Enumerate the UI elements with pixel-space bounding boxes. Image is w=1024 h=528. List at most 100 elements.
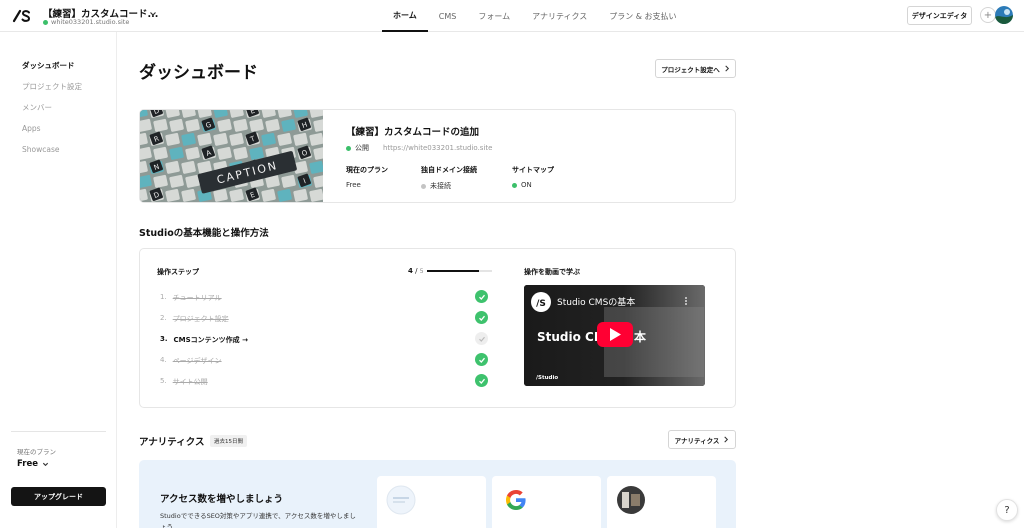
scrabble-tiles-image: DEGHRTAONPSIDE CAPTION	[140, 110, 323, 202]
step-number: 5.	[160, 377, 167, 385]
steps-total-count: 5	[419, 268, 424, 275]
analytics-period-badge: 過去15日間	[210, 435, 247, 447]
chevron-down-icon	[42, 462, 49, 466]
step-item-current[interactable]: 3. CMSコンテンツ作成 →	[160, 335, 248, 345]
status-dot	[421, 183, 426, 189]
upgrade-button[interactable]: アップグレード	[11, 487, 106, 506]
check-icon	[475, 374, 488, 387]
help-button[interactable]: ?	[996, 499, 1018, 521]
project-url-link[interactable]: https://white033201.studio.site	[383, 144, 492, 152]
video-thumbnail: /S Studio CMSの基本 Studio CM 本 /Studio	[524, 285, 705, 386]
app-photo-icon	[617, 486, 645, 514]
top-header: 【練習】カスタムコード... white033201.studio.site ホ…	[0, 0, 1024, 32]
custom-domain-column: 独自ドメイン接続 未接続	[421, 165, 477, 191]
chevron-right-icon	[725, 65, 729, 72]
steps-progress-text: 4 / 5	[408, 267, 424, 275]
promo-card-google[interactable]	[492, 476, 601, 528]
project-domain[interactable]: white033201.studio.site	[43, 18, 129, 26]
analytics-button-label: アナリティクス	[674, 436, 720, 445]
check-icon	[475, 353, 488, 366]
custom-domain-label: 独自ドメイン接続	[421, 166, 477, 174]
seo-icon	[386, 485, 416, 515]
plan-column-value: Free	[346, 181, 388, 189]
project-card[interactable]: DEGHRTAONPSIDE CAPTION 【練習】カスタムコードの追加 公開…	[139, 109, 736, 203]
nav-plan-billing[interactable]: プラン & お支払い	[598, 0, 687, 32]
sidebar-divider	[11, 431, 106, 432]
main-nav: ホーム CMS フォーム アナリティクス プラン & お支払い	[382, 0, 688, 32]
custom-domain-value: 未接続	[421, 181, 477, 191]
analytics-section-title: アナリティクス	[139, 437, 205, 448]
studio-logo-icon[interactable]	[12, 7, 32, 25]
step-item[interactable]: 4. ページデザイン	[160, 356, 222, 366]
steps-done-count: 4	[408, 267, 413, 275]
current-plan-label: 現在のプラン	[17, 448, 56, 456]
basics-section-title: Studioの基本機能と操作方法	[139, 228, 269, 239]
check-icon	[475, 332, 488, 345]
step-item[interactable]: 1. チュートリアル	[160, 293, 222, 303]
step-number: 3.	[160, 335, 168, 343]
sidebar-item-members[interactable]: メンバー	[22, 102, 52, 113]
project-domain-text: white033201.studio.site	[51, 18, 130, 26]
video-section-label: 操作を動画で学ぶ	[524, 268, 580, 276]
video-footer-brand: /Studio	[536, 375, 558, 381]
custom-domain-value-text: 未接続	[430, 182, 451, 190]
nav-form[interactable]: フォーム	[467, 0, 521, 32]
check-icon	[475, 290, 488, 303]
analytics-promo-banner: アクセス数を増やしましょう StudioでできるSEO対策やアプリ連携で、アクセ…	[139, 460, 736, 528]
step-item[interactable]: 2. プロジェクト設定	[160, 314, 229, 324]
steps-progress-fill	[427, 270, 479, 272]
project-thumbnail: DEGHRTAONPSIDE CAPTION	[140, 110, 323, 202]
steps-card: 操作ステップ 4 / 5 1. チュートリアル 2. プロジェクト設定 3. CMSコ…	[139, 248, 736, 408]
tutorial-video[interactable]: /S Studio CMSの基本 Studio CM 本 /Studio	[524, 285, 705, 386]
step-label: ページデザイン	[172, 357, 222, 365]
current-plan-value: Free	[17, 459, 38, 469]
status-text: 公開	[355, 144, 369, 152]
sidebar-item-dashboard[interactable]: ダッシュボード	[22, 60, 75, 71]
plan-value-text: Free	[346, 181, 361, 189]
steps-progress-bar	[427, 270, 492, 272]
promo-card-app[interactable]	[607, 476, 716, 528]
video-big-text-left: Studio CM	[537, 330, 606, 344]
sidebar-item-apps[interactable]: Apps	[22, 124, 41, 133]
check-icon	[475, 311, 488, 324]
project-status: 公開 https://white033201.studio.site	[346, 143, 492, 153]
google-icon	[506, 490, 526, 510]
current-plan-selector[interactable]: Free	[17, 459, 49, 469]
step-label: CMSコンテンツ作成 →	[173, 336, 248, 344]
promo-description: StudioでできるSEO対策やアプリ連携で、アクセス数を増やしましょう	[160, 512, 356, 528]
page-title: ダッシュボード	[139, 63, 258, 83]
project-card-title[interactable]: 【練習】カスタムコードの追加	[346, 124, 479, 138]
nav-home[interactable]: ホーム	[382, 0, 428, 32]
plan-column: 現在のプラン Free	[346, 165, 388, 189]
project-settings-button-label: プロジェクト設定へ	[661, 65, 720, 74]
project-settings-button[interactable]: プロジェクト設定へ	[655, 59, 736, 78]
step-label: プロジェクト設定	[172, 315, 229, 323]
sitemap-value: ON	[512, 181, 554, 189]
promo-title: アクセス数を増やしましょう	[160, 494, 284, 505]
user-avatar[interactable]	[995, 6, 1013, 24]
add-member-button[interactable]: +	[980, 7, 996, 23]
avatar-image	[995, 6, 1013, 24]
step-number: 2.	[160, 314, 167, 322]
sitemap-column: サイトマップ ON	[512, 165, 554, 189]
nav-analytics[interactable]: アナリティクス	[521, 0, 598, 32]
step-number: 4.	[160, 356, 167, 364]
analytics-button[interactable]: アナリティクス	[668, 430, 736, 449]
step-number: 1.	[160, 293, 167, 301]
sidebar-item-project-settings[interactable]: プロジェクト設定	[22, 81, 82, 92]
step-item[interactable]: 5. サイト公開	[160, 377, 208, 387]
video-title: Studio CMSの基本	[557, 296, 635, 308]
promo-card-seo[interactable]	[377, 476, 486, 528]
sidebar-item-showcase[interactable]: Showcase	[22, 145, 59, 154]
sidebar: ダッシュボード プロジェクト設定 メンバー Apps Showcase 現在のプ…	[0, 32, 117, 528]
status-dot	[512, 182, 517, 188]
steps-label: 操作ステップ	[157, 268, 199, 276]
status-dot	[346, 145, 351, 151]
chevron-down-icon[interactable]	[149, 10, 157, 18]
sitemap-value-text: ON	[521, 181, 532, 189]
sitemap-label: サイトマップ	[512, 166, 554, 174]
video-big-text-right: 本	[634, 329, 646, 344]
design-editor-button[interactable]: デザインエディタ	[907, 6, 972, 25]
video-channel-logo-text: /S	[536, 299, 546, 309]
nav-cms[interactable]: CMS	[428, 0, 468, 32]
